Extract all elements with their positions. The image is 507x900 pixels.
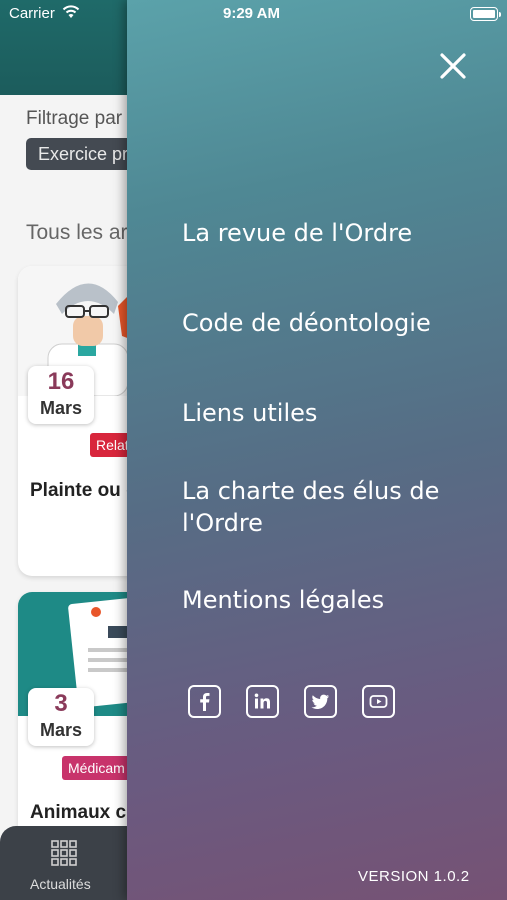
youtube-button[interactable] [362, 685, 395, 718]
status-bar: Carrier 9:29 AM [0, 0, 507, 28]
wifi-icon [62, 5, 80, 18]
date-month: Mars [39, 720, 83, 740]
date-month: Mars [39, 398, 83, 418]
tab-actualites[interactable]: Actualités [30, 876, 91, 892]
facebook-icon [200, 693, 210, 711]
menu-item-mentions-legales[interactable]: Mentions légales [182, 584, 472, 616]
grid-icon [51, 840, 77, 866]
menu-item-revue[interactable]: La revue de l'Ordre [182, 217, 472, 249]
youtube-icon [369, 695, 388, 708]
side-drawer: La revue de l'Ordre Code de déontologie … [127, 0, 507, 900]
carrier-label: Carrier [9, 5, 55, 22]
version-label: VERSION 1.0.2 [358, 868, 470, 885]
clock: 9:29 AM [223, 5, 280, 22]
date-badge: 3 Mars [28, 688, 94, 746]
date-badge: 16 Mars [28, 366, 94, 424]
close-icon [440, 53, 466, 79]
menu-item-liens-utiles[interactable]: Liens utiles [182, 397, 472, 429]
date-day: 3 [54, 690, 68, 717]
category-tag: Médicam [62, 756, 131, 780]
twitter-button[interactable] [304, 685, 337, 718]
twitter-icon [311, 694, 329, 709]
facebook-button[interactable] [188, 685, 221, 718]
menu-item-code-deontologie[interactable]: Code de déontologie [182, 307, 472, 339]
section-title: Tous les ar [26, 221, 128, 244]
linkedin-button[interactable] [246, 685, 279, 718]
close-button[interactable] [437, 50, 469, 82]
date-day: 16 [47, 368, 75, 395]
battery-icon [470, 7, 501, 21]
linkedin-icon [254, 693, 270, 709]
menu-item-charte-elus[interactable]: La charte des élus de l'Ordre [182, 475, 472, 539]
filter-label: Filtrage par [26, 108, 123, 129]
filter-chip[interactable]: Exercice pr [26, 138, 141, 170]
